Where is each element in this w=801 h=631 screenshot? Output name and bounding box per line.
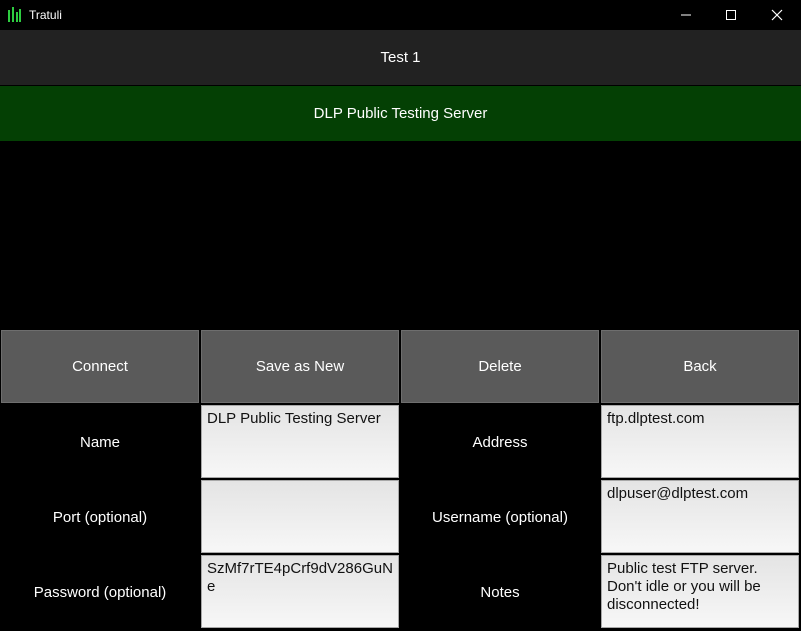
page-title: Test 1 <box>0 30 801 85</box>
name-label: Name <box>79 434 120 451</box>
password-field[interactable]: SzMf7rTE4pCrf9dV286GuNe <box>201 555 399 628</box>
back-button[interactable]: Back <box>601 330 799 403</box>
title-bar[interactable]: Tratuli <box>0 0 801 30</box>
notes-field[interactable]: Public test FTP server. Don't idle or yo… <box>601 555 799 628</box>
minimize-button[interactable] <box>663 0 709 30</box>
server-list-item-label: DLP Public Testing Server <box>313 105 488 122</box>
server-list-item-selected[interactable]: DLP Public Testing Server <box>0 86 801 141</box>
window-title: Tratuli <box>29 8 62 22</box>
maximize-icon <box>726 10 736 20</box>
password-label: Password (optional) <box>33 584 167 601</box>
maximize-button[interactable] <box>708 0 754 30</box>
username-label: Username (optional) <box>432 509 568 526</box>
close-icon <box>771 9 783 21</box>
port-label: Port (optional) <box>52 509 148 526</box>
close-button[interactable] <box>754 0 800 30</box>
notes-label: Notes <box>480 584 520 601</box>
app-window: Tratuli Test 1 DLP Public Testing Server… <box>0 0 801 631</box>
address-label: Address <box>472 434 528 451</box>
delete-button[interactable]: Delete <box>401 330 599 403</box>
app-logo-icon <box>7 6 23 24</box>
username-field[interactable]: dlpuser@dlptest.com <box>601 480 799 553</box>
page-title-text: Test 1 <box>380 49 421 66</box>
save-as-new-button[interactable]: Save as New <box>201 330 399 403</box>
address-field[interactable]: ftp.dlptest.com <box>601 405 799 478</box>
minimize-icon <box>681 14 691 16</box>
port-field[interactable] <box>201 480 399 553</box>
connect-button[interactable]: Connect <box>1 330 199 403</box>
name-field[interactable]: DLP Public Testing Server <box>201 405 399 478</box>
